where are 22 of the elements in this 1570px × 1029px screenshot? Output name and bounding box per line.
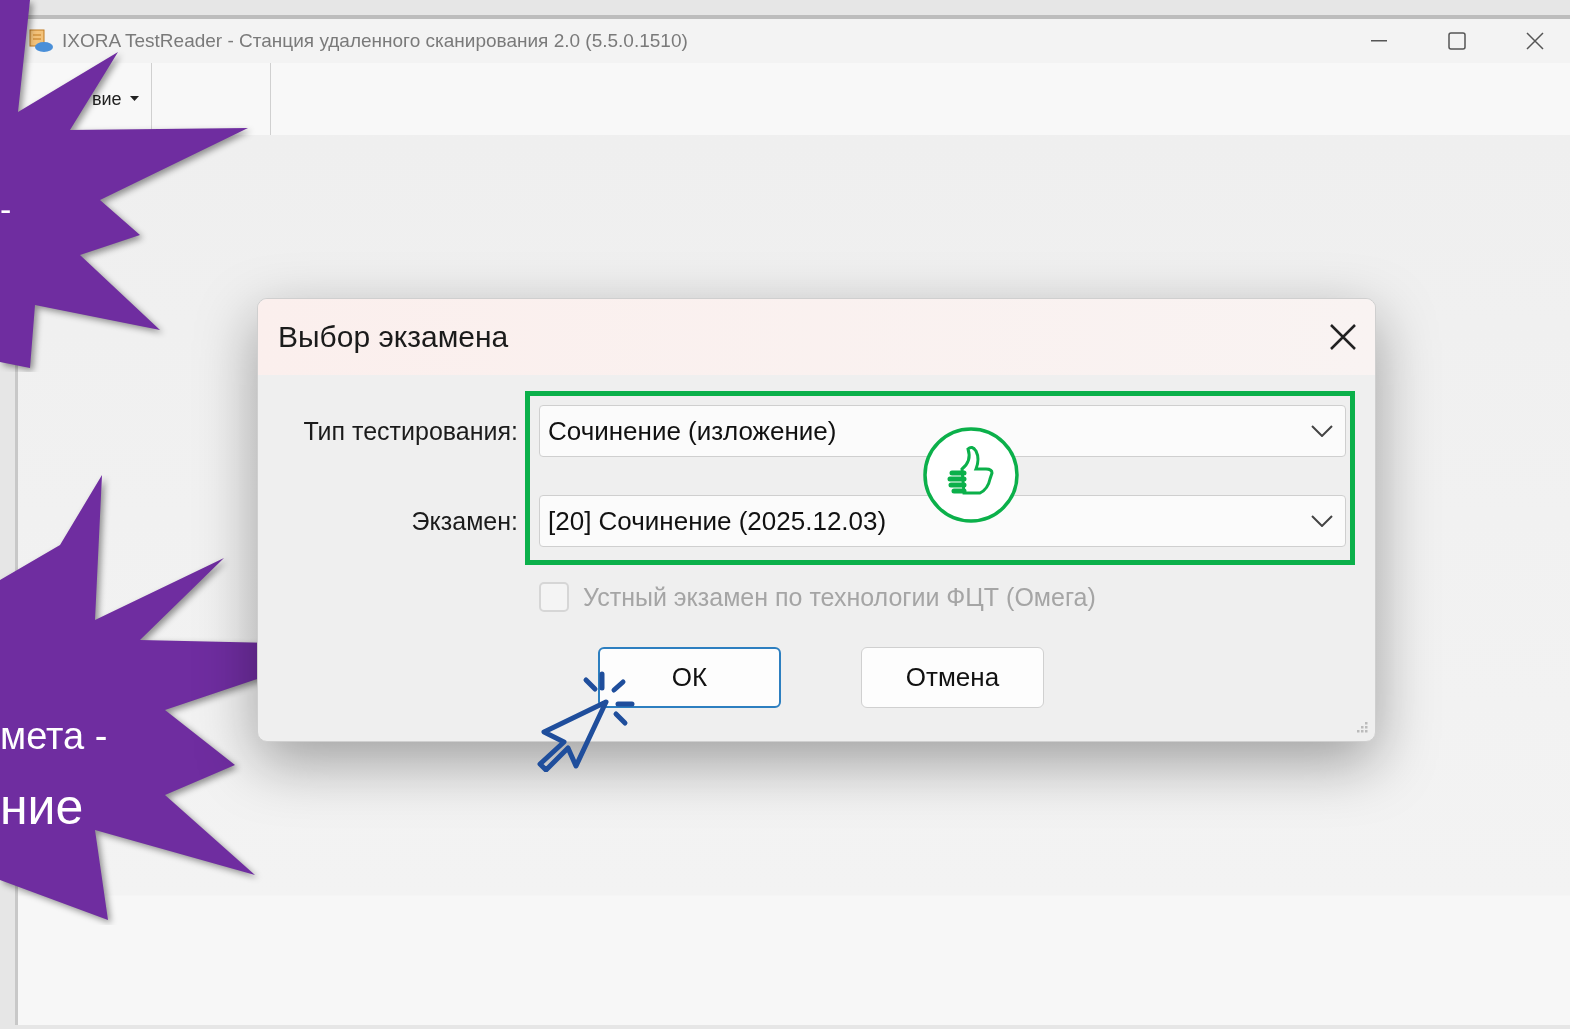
thumbs-up-icon (922, 427, 1020, 523)
field-label: Экзамен: (410, 506, 519, 536)
callout-text: - (0, 190, 12, 229)
toolbar-menu[interactable]: вие (92, 84, 139, 114)
dropdown[interactable]: [20] Сочинение (2025.12.03) (539, 495, 1346, 547)
chevron-down-icon (1311, 515, 1333, 527)
callout-text: мета - (0, 715, 108, 758)
close-icon[interactable] (1526, 32, 1544, 50)
minimize-icon[interactable] (1371, 40, 1387, 42)
window-title: IXORA TestReader - Станция удаленного сканирования 2.0 (5.5.0.1510) (62, 30, 689, 52)
close-icon[interactable] (1329, 323, 1357, 351)
callout-text: ние (0, 778, 84, 836)
caret-icon (129, 96, 139, 102)
dropdown[interactable]: Сочинение (изложение) (539, 405, 1346, 457)
field-label: Тип тестирования: (302, 416, 519, 446)
checkbox-label: Устный экзамен по технологии ФЦТ (Омега) (583, 582, 1096, 612)
chevron-down-icon (1311, 425, 1333, 437)
ok-button[interactable]: ОК (598, 647, 781, 708)
app-icon (28, 29, 54, 53)
maximize-icon[interactable] (1448, 32, 1466, 50)
cancel-button[interactable]: Отмена (861, 647, 1044, 708)
dialog-title: Выбор экзамена (278, 320, 509, 354)
